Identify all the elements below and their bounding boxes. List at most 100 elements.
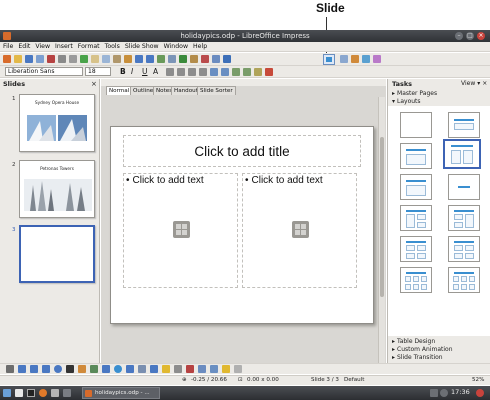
menu-edit[interactable]: Edit xyxy=(18,43,30,50)
connector-icon[interactable] xyxy=(90,365,98,373)
chevron-down-icon[interactable]: ▾ xyxy=(477,80,480,87)
layout-title-two-content-selected[interactable] xyxy=(443,139,481,169)
email-icon[interactable] xyxy=(36,55,44,63)
scrollbar-thumb[interactable] xyxy=(380,137,384,297)
minimize-icon[interactable]: – xyxy=(455,32,463,40)
show-desktop-icon[interactable] xyxy=(63,389,71,397)
zoom-level[interactable]: 52% xyxy=(472,377,484,383)
table-icon[interactable] xyxy=(168,55,176,63)
align-center-icon[interactable] xyxy=(177,68,185,76)
outdent-icon[interactable] xyxy=(243,68,251,76)
tab-slide-sorter[interactable]: Slide Sorter xyxy=(197,86,236,95)
from-file-icon[interactable] xyxy=(198,365,206,373)
paste-icon[interactable] xyxy=(113,55,121,63)
copy-icon[interactable] xyxy=(102,55,110,63)
print-preview-icon[interactable] xyxy=(69,55,77,63)
layout-three-content[interactable] xyxy=(448,205,480,231)
bullets-icon[interactable] xyxy=(210,68,218,76)
insert-object-icon[interactable] xyxy=(173,221,190,238)
font-color-icon[interactable] xyxy=(265,68,273,76)
toggle-icon[interactable] xyxy=(234,365,242,373)
layout-six-content[interactable] xyxy=(400,267,432,293)
block-arrows-icon[interactable] xyxy=(126,365,134,373)
vertical-scrollbar[interactable] xyxy=(378,97,385,369)
stars-icon[interactable] xyxy=(162,365,170,373)
layout-blank[interactable] xyxy=(400,112,432,138)
spellcheck-icon[interactable] xyxy=(80,55,88,63)
insert-object-icon[interactable] xyxy=(292,221,309,238)
layout-four-content[interactable] xyxy=(400,236,432,262)
close-pane-icon[interactable]: × xyxy=(91,80,97,88)
layout-title-content-2[interactable] xyxy=(400,174,432,200)
menu-help[interactable]: Help xyxy=(193,43,207,50)
menu-format[interactable]: Format xyxy=(78,43,100,50)
chart-icon[interactable] xyxy=(157,55,165,63)
menu-slide-show[interactable]: Slide Show xyxy=(125,43,159,50)
underline-button[interactable]: U xyxy=(142,67,148,76)
font-name-box[interactable]: Liberation Sans xyxy=(5,67,83,76)
cut-icon[interactable] xyxy=(91,55,99,63)
section-table-design[interactable]: Table Design xyxy=(397,338,435,345)
left-content-placeholder[interactable]: • Click to add text xyxy=(123,173,238,288)
close-icon[interactable]: × xyxy=(482,80,487,87)
redo-icon[interactable] xyxy=(146,55,154,63)
slide-icon[interactable] xyxy=(323,54,335,65)
layout-title-content[interactable] xyxy=(400,143,432,169)
justify-icon[interactable] xyxy=(199,68,207,76)
layout-centered-text[interactable] xyxy=(448,174,480,200)
section-custom-animation[interactable]: Custom Animation xyxy=(397,346,452,353)
shadow-icon[interactable] xyxy=(222,365,230,373)
power-icon[interactable] xyxy=(476,389,484,397)
callouts-icon[interactable] xyxy=(150,365,158,373)
ellipse-icon[interactable] xyxy=(54,365,62,373)
symbol-shapes-icon[interactable] xyxy=(114,365,122,373)
new-icon[interactable] xyxy=(3,55,11,63)
menu-window[interactable]: Window xyxy=(164,43,188,50)
open-icon[interactable] xyxy=(14,55,22,63)
menu-file[interactable]: File xyxy=(3,43,13,50)
right-content-placeholder[interactable]: • Click to add text xyxy=(242,173,357,288)
slide-design-icon[interactable] xyxy=(351,55,359,63)
menu-tools[interactable]: Tools xyxy=(105,43,120,50)
flowchart-icon[interactable] xyxy=(138,365,146,373)
save-icon[interactable] xyxy=(25,55,33,63)
align-right-icon[interactable] xyxy=(188,68,196,76)
curve-icon[interactable] xyxy=(78,365,86,373)
start-menu-icon[interactable] xyxy=(3,389,11,397)
draw-functions-icon[interactable] xyxy=(201,55,209,63)
numbering-icon[interactable] xyxy=(221,68,229,76)
terminal-icon[interactable] xyxy=(27,389,35,397)
text-icon[interactable] xyxy=(66,365,74,373)
settings-icon[interactable] xyxy=(51,389,59,397)
format-paintbrush-icon[interactable] xyxy=(124,55,132,63)
basic-shapes-icon[interactable] xyxy=(102,365,110,373)
line-icon[interactable] xyxy=(18,365,26,373)
picture-icon[interactable] xyxy=(179,55,187,63)
rehearse-icon[interactable] xyxy=(373,55,381,63)
rectangle-icon[interactable] xyxy=(42,365,50,373)
section-master-pages[interactable]: Master Pages xyxy=(397,90,437,97)
tab-normal[interactable]: Normal xyxy=(106,86,133,95)
section-layouts[interactable]: Layouts xyxy=(397,98,421,105)
align-left-icon[interactable] xyxy=(166,68,174,76)
section-slide-transition[interactable]: Slide Transition xyxy=(397,354,443,361)
extrusion-icon[interactable] xyxy=(210,365,218,373)
arrow-icon[interactable] xyxy=(30,365,38,373)
browser-icon[interactable] xyxy=(39,389,47,397)
export-pdf-icon[interactable] xyxy=(47,55,55,63)
start-show-icon[interactable] xyxy=(362,55,370,63)
title-placeholder[interactable]: Click to add title xyxy=(123,135,361,167)
navigator-icon[interactable] xyxy=(212,55,220,63)
menu-insert[interactable]: Insert xyxy=(55,43,73,50)
slide-canvas[interactable]: Click to add title • Click to add text •… xyxy=(110,126,374,324)
undo-icon[interactable] xyxy=(135,55,143,63)
font-size-box[interactable]: 18 xyxy=(85,67,111,76)
shadow-button[interactable]: A xyxy=(153,67,158,76)
file-manager-icon[interactable] xyxy=(15,389,23,397)
help-icon[interactable] xyxy=(223,55,231,63)
menu-view[interactable]: View xyxy=(35,43,50,50)
slide-layout-icon[interactable] xyxy=(340,55,348,63)
char-spacing-icon[interactable] xyxy=(254,68,262,76)
taskbar-window-button[interactable]: holidaypics.odp - ... xyxy=(82,387,160,399)
indent-icon[interactable] xyxy=(232,68,240,76)
